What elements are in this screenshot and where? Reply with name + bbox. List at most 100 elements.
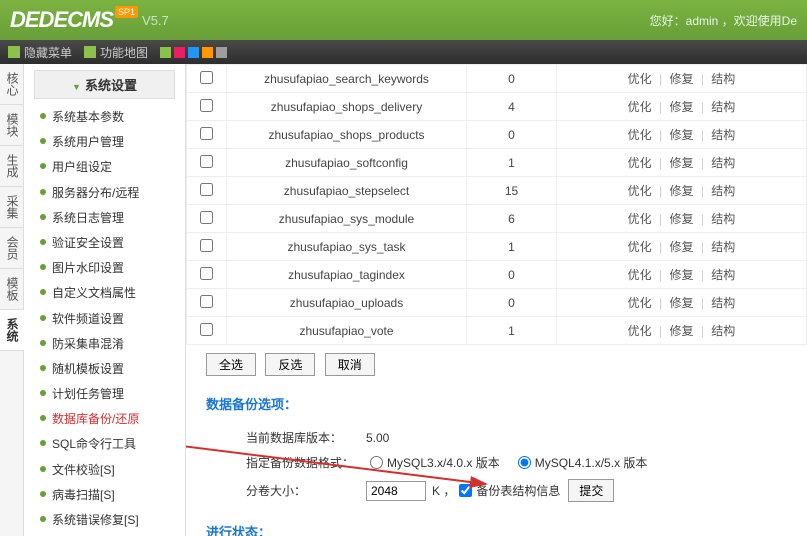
row-checkbox[interactable] <box>200 127 213 140</box>
vtab-6[interactable]: 系统 <box>0 310 27 351</box>
vtab-2[interactable]: 生成 <box>0 146 25 187</box>
optimize-link[interactable]: 优化 <box>628 212 652 226</box>
row-checkbox[interactable] <box>200 267 213 280</box>
hide-menu-btn[interactable]: 隐藏菜单 <box>8 44 72 61</box>
menu-item[interactable]: 系统基本参数 <box>34 105 175 130</box>
color-grey[interactable] <box>216 47 227 58</box>
table-row: zhusufapiao_sys_module6优化 | 修复 | 结构 <box>187 205 807 233</box>
structure-link[interactable]: 结构 <box>711 156 735 170</box>
row-checkbox[interactable] <box>200 71 213 84</box>
menu-item[interactable]: 系统日志管理 <box>34 206 175 231</box>
optimize-link[interactable]: 优化 <box>628 184 652 198</box>
structure-link[interactable]: 结构 <box>711 212 735 226</box>
repair-link[interactable]: 修复 <box>669 324 693 338</box>
format-radio-v5[interactable] <box>518 456 531 469</box>
vtab-4[interactable]: 会员 <box>0 228 25 269</box>
welcome-text: 您好：admin ，欢迎使用De <box>650 12 797 29</box>
color-pink[interactable] <box>174 47 185 58</box>
split-size-input[interactable] <box>366 481 426 501</box>
menu-item[interactable]: 随机模板设置 <box>34 357 175 382</box>
row-checkbox[interactable] <box>200 155 213 168</box>
menu-item[interactable]: 用户组设定 <box>34 155 175 180</box>
section-system-settings[interactable]: 系统设置 <box>34 70 175 99</box>
table-name: zhusufapiao_tagindex <box>227 261 467 289</box>
optimize-link[interactable]: 优化 <box>628 100 652 114</box>
row-count: 0 <box>467 261 557 289</box>
vtab-3[interactable]: 采集 <box>0 187 25 228</box>
structure-link[interactable]: 结构 <box>711 324 735 338</box>
table-row: zhusufapiao_softconfig1优化 | 修复 | 结构 <box>187 149 807 177</box>
row-checkbox[interactable] <box>200 211 213 224</box>
vtab-5[interactable]: 模板 <box>0 269 25 310</box>
optimize-link[interactable]: 优化 <box>628 240 652 254</box>
menu-item[interactable]: 病毒扫描[S] <box>34 483 175 508</box>
row-count: 1 <box>467 317 557 345</box>
repair-link[interactable]: 修复 <box>669 184 693 198</box>
structure-link[interactable]: 结构 <box>711 128 735 142</box>
menu-item[interactable]: 防采集串混淆 <box>34 332 175 357</box>
func-map-btn[interactable]: 功能地图 <box>84 44 148 61</box>
row-checkbox[interactable] <box>200 99 213 112</box>
structure-link[interactable]: 结构 <box>711 296 735 310</box>
select-all-button[interactable]: 全选 <box>206 353 256 376</box>
color-orange[interactable] <box>202 47 213 58</box>
row-checkbox[interactable] <box>200 323 213 336</box>
color-green[interactable] <box>160 47 171 58</box>
row-count: 1 <box>467 149 557 177</box>
menu-item[interactable]: 文件校验[S] <box>34 458 175 483</box>
content-area: zhusufapiao_search_keywords0优化 | 修复 | 结构… <box>186 64 807 536</box>
optimize-link[interactable]: 优化 <box>628 156 652 170</box>
struct-label: 备份表结构信息 <box>476 482 560 499</box>
structure-link[interactable]: 结构 <box>711 100 735 114</box>
db-tables-list: zhusufapiao_search_keywords0优化 | 修复 | 结构… <box>186 64 807 345</box>
row-count: 15 <box>467 177 557 205</box>
color-blue[interactable] <box>188 47 199 58</box>
row-count: 1 <box>467 233 557 261</box>
menu-item[interactable]: 服务器分布/远程 <box>34 181 175 206</box>
backup-options-title: 数据备份选项： <box>206 394 787 413</box>
menu-item[interactable]: 图片水印设置 <box>34 256 175 281</box>
menu-item[interactable]: 系统错误修复[S] <box>34 508 175 533</box>
repair-link[interactable]: 修复 <box>669 100 693 114</box>
structure-link[interactable]: 结构 <box>711 268 735 282</box>
vtab-1[interactable]: 模块 <box>0 105 25 146</box>
row-checkbox[interactable] <box>200 183 213 196</box>
structure-link[interactable]: 结构 <box>711 72 735 86</box>
format-radio-v4[interactable] <box>370 456 383 469</box>
cancel-button[interactable]: 取消 <box>325 353 375 376</box>
backup-structure-checkbox[interactable] <box>459 484 472 497</box>
repair-link[interactable]: 修复 <box>669 72 693 86</box>
table-name: zhusufapiao_sys_module <box>227 205 467 233</box>
invert-button[interactable]: 反选 <box>265 353 315 376</box>
table-name: zhusufapiao_shops_delivery <box>227 93 467 121</box>
row-checkbox[interactable] <box>200 295 213 308</box>
submit-button[interactable]: 提交 <box>568 479 614 502</box>
menu-item[interactable]: 验证安全设置 <box>34 231 175 256</box>
table-row: zhusufapiao_search_keywords0优化 | 修复 | 结构 <box>187 65 807 93</box>
optimize-link[interactable]: 优化 <box>628 296 652 310</box>
structure-link[interactable]: 结构 <box>711 240 735 254</box>
optimize-link[interactable]: 优化 <box>628 324 652 338</box>
row-checkbox[interactable] <box>200 239 213 252</box>
repair-link[interactable]: 修复 <box>669 240 693 254</box>
optimize-link[interactable]: 优化 <box>628 72 652 86</box>
db-version-label: 当前数据库版本： <box>246 429 366 446</box>
menu-item[interactable]: 数据库备份/还原 <box>34 407 175 432</box>
row-count: 0 <box>467 289 557 317</box>
repair-link[interactable]: 修复 <box>669 212 693 226</box>
optimize-link[interactable]: 优化 <box>628 128 652 142</box>
menu-item[interactable]: 计划任务管理 <box>34 382 175 407</box>
map-icon <box>84 46 96 58</box>
menu-item[interactable]: 软件频道设置 <box>34 307 175 332</box>
menu-item[interactable]: SQL命令行工具 <box>34 432 175 457</box>
theme-colors <box>160 47 227 58</box>
vtab-0[interactable]: 核心 <box>0 64 25 105</box>
menu-item[interactable]: 自定义文档属性 <box>34 281 175 306</box>
menu-item[interactable]: 系统用户管理 <box>34 130 175 155</box>
structure-link[interactable]: 结构 <box>711 184 735 198</box>
repair-link[interactable]: 修复 <box>669 156 693 170</box>
repair-link[interactable]: 修复 <box>669 268 693 282</box>
repair-link[interactable]: 修复 <box>669 296 693 310</box>
optimize-link[interactable]: 优化 <box>628 268 652 282</box>
repair-link[interactable]: 修复 <box>669 128 693 142</box>
